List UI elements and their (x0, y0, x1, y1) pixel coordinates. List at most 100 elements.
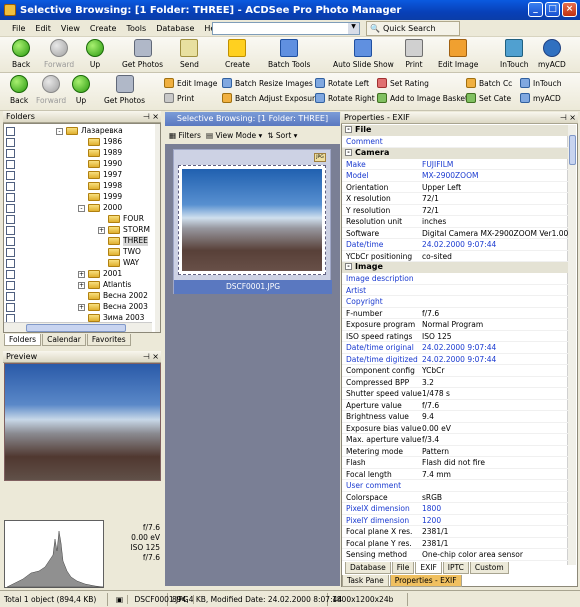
menu-edit[interactable]: Edit (35, 24, 51, 33)
property-row[interactable]: Focal plane Y res. 2381/1 (342, 538, 568, 549)
create-button[interactable]: Create (225, 39, 250, 69)
menu-database[interactable]: Database (156, 24, 194, 33)
get-photos-button-2[interactable]: Get Photos (104, 75, 145, 105)
property-value[interactable]: 72/1 (422, 205, 439, 216)
property-row[interactable]: Shutter speed value 1/478 s (342, 388, 568, 400)
folder-checkbox[interactable] (6, 171, 15, 180)
folder-checkbox[interactable] (6, 237, 15, 246)
forward-button-2[interactable]: Forward (36, 75, 66, 105)
menu-create[interactable]: Create (90, 24, 117, 33)
property-value[interactable]: 3.2 (422, 377, 434, 388)
tab-task-pane[interactable]: Task Pane (342, 575, 389, 587)
property-value[interactable]: One-chip color area sensor (422, 549, 523, 560)
auto-slide-show-button[interactable]: Auto Slide Show (333, 39, 394, 69)
folder-checkbox[interactable] (6, 281, 15, 290)
thumbnail-item[interactable]: JPG DSCF0001.JPG (173, 149, 332, 294)
properties-scrollbar[interactable] (567, 125, 576, 565)
expand-icon[interactable]: + (78, 271, 85, 278)
tab-exif[interactable]: EXIF (415, 562, 442, 574)
intouch-button[interactable]: InTouch (500, 39, 529, 69)
folder-checkbox[interactable] (6, 138, 15, 147)
collapse-icon[interactable]: - (78, 205, 85, 212)
tab-iptc[interactable]: IPTC (442, 562, 469, 574)
collapse-icon[interactable]: - (345, 126, 352, 133)
image-basket-action[interactable]: Add to Image Basket (377, 93, 468, 103)
property-value[interactable]: f/7.6 (422, 400, 439, 411)
up-button[interactable]: Up (86, 39, 104, 69)
property-row[interactable]: Copyright (342, 296, 568, 308)
expand-icon[interactable]: + (78, 304, 85, 311)
property-row[interactable]: User comment (342, 480, 568, 492)
property-row[interactable]: Component config YCbCr (342, 365, 568, 377)
property-row[interactable]: Software Digital Camera MX-2900ZOOM Ver1.… (342, 228, 568, 239)
folder-row[interactable]: + Весна 2003 (4, 302, 154, 313)
property-value[interactable]: Digital Camera MX-2900ZOOM Ver1.00 (422, 228, 568, 239)
back-button-2[interactable]: Back (10, 75, 28, 105)
property-row[interactable]: Aperture value f/7.6 (342, 400, 568, 411)
menu-tools[interactable]: Tools (126, 24, 146, 33)
pin-icon[interactable]: ⊣ × (143, 111, 159, 122)
minimize-button[interactable]: _ (528, 2, 543, 17)
menu-view[interactable]: View (61, 24, 80, 33)
folder-checkbox[interactable] (6, 127, 15, 136)
collapse-icon[interactable]: - (56, 128, 63, 135)
folder-checkbox[interactable] (6, 204, 15, 213)
property-value[interactable]: 1/478 s (422, 388, 450, 399)
property-section[interactable]: - File (342, 125, 568, 136)
batch-tools-button[interactable]: Batch Tools (268, 39, 310, 69)
property-value[interactable]: Upper Left (422, 182, 461, 193)
property-value[interactable]: 1800 (422, 503, 441, 514)
rotate-right-action[interactable]: Rotate Right (315, 93, 375, 103)
property-value[interactable]: 1200 (422, 515, 441, 526)
property-row[interactable]: Date/time digitized 24.02.2000 9:07:44 (342, 354, 568, 365)
myacd-button[interactable]: myACD (538, 39, 566, 69)
folder-row[interactable]: +2001 (4, 269, 154, 280)
property-row[interactable]: Y resolution 72/1 (342, 205, 568, 216)
rotate-left-action[interactable]: Rotate Left (315, 78, 369, 88)
tab-folders[interactable]: Folders (4, 334, 42, 346)
property-row[interactable]: Comment (342, 136, 568, 148)
property-row[interactable]: Resolution unit inches (342, 216, 568, 228)
collapse-icon[interactable]: - (345, 148, 352, 156)
property-value[interactable]: f/7.6 (422, 308, 439, 319)
preview-image[interactable] (4, 363, 161, 481)
property-value[interactable]: MX-2900ZOOM (422, 170, 478, 181)
tab-custom[interactable]: Custom (469, 562, 509, 574)
property-row[interactable]: Orientation Upper Left (342, 182, 568, 193)
batch-convert-action[interactable]: Batch Cc (466, 78, 512, 88)
property-value[interactable]: ISO 125 (422, 331, 452, 342)
property-value[interactable]: Normal Program (422, 319, 483, 330)
property-row[interactable]: Date/time original 24.02.2000 9:07:44 (342, 342, 568, 354)
property-value[interactable]: 72/1 (422, 193, 439, 204)
folder-checkbox[interactable] (6, 303, 15, 312)
folder-row[interactable]: 1997 (4, 170, 154, 181)
property-row[interactable]: Compressed BPP 3.2 (342, 377, 568, 388)
myacd-action[interactable]: myACD (520, 93, 561, 103)
print-action[interactable]: Print (164, 93, 194, 103)
scrollbar-thumb[interactable] (569, 135, 576, 165)
tab-file[interactable]: File (391, 562, 415, 574)
property-value[interactable]: 24.02.2000 9:07:44 (422, 354, 496, 365)
property-row[interactable]: PixelY dimension 1200 (342, 515, 568, 526)
filters-button[interactable]: ▦ Filters (169, 131, 201, 140)
folder-row[interactable]: FOUR (4, 214, 154, 225)
edit-image-button[interactable]: Edit Image (438, 39, 478, 69)
property-row[interactable]: X resolution 72/1 (342, 193, 568, 205)
set-category-action[interactable]: Set Cate (466, 93, 511, 103)
folder-row[interactable]: 1999 (4, 192, 154, 203)
folders-horizontal-scrollbar[interactable] (4, 322, 152, 332)
property-value[interactable]: sRGB (422, 492, 442, 503)
tab-calendar[interactable]: Calendar (42, 334, 86, 346)
property-section[interactable]: - Image (342, 262, 568, 273)
property-row[interactable]: Sensing method One-chip color area sensor (342, 549, 568, 561)
property-row[interactable]: Brightness value 9.4 (342, 411, 568, 423)
folder-row[interactable]: 1989 (4, 148, 154, 159)
property-value[interactable]: 2381/1 (422, 538, 448, 549)
folder-checkbox[interactable] (6, 248, 15, 257)
folder-row[interactable]: TWO (4, 247, 154, 258)
property-row[interactable]: Colorspace sRGB (342, 492, 568, 503)
intouch-action[interactable]: InTouch (520, 78, 562, 88)
property-row[interactable]: YCbCr positioning co-sited (342, 251, 568, 262)
folder-row[interactable]: 1986 (4, 137, 154, 148)
folders-vertical-scrollbar[interactable] (155, 124, 160, 332)
